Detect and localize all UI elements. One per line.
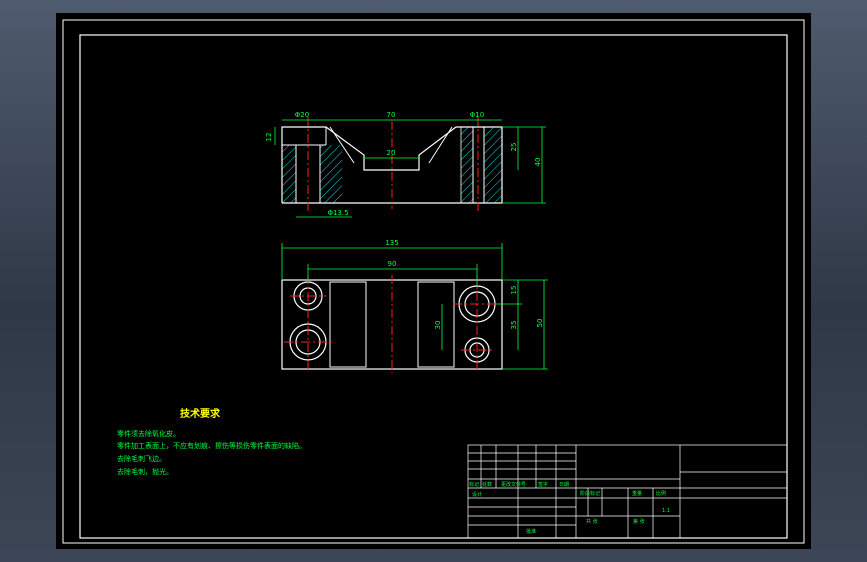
dim-phi13-5: Φ13.5 xyxy=(327,209,348,217)
section-hatch-left-outer xyxy=(282,145,296,203)
section-hatch-right-outer xyxy=(484,127,502,203)
tb-label-mark: 标记 xyxy=(469,481,479,488)
front-section-view xyxy=(281,117,503,211)
note-line-3: 去除毛刺飞边。 xyxy=(117,454,166,463)
plan-view-dimensions xyxy=(281,243,548,370)
dim-90: 90 xyxy=(388,260,397,268)
slot-left xyxy=(329,281,367,368)
tb-label-scale: 比例 xyxy=(656,490,666,497)
dim-35: 35 xyxy=(510,321,518,330)
note-line-2: 零件加工表面上，不应有划痕、擦伤等损伤零件表面的缺陷。 xyxy=(117,441,306,450)
tb-label-weight: 重量 xyxy=(632,490,642,497)
dim-phi10: Φ10 xyxy=(470,111,484,119)
dim-70: 70 xyxy=(387,111,396,119)
dim-50: 50 xyxy=(536,319,544,328)
tb-label-sheets-total: 共 张 xyxy=(586,518,598,525)
plan-view-dimension-text: 135 90 15 35 30 50 xyxy=(385,239,544,329)
dim-25: 25 xyxy=(510,143,518,152)
sheet-inner-border xyxy=(79,34,788,539)
tb-label-stage: 阶段标记 xyxy=(580,490,600,497)
section-hatch-left-inner xyxy=(320,145,342,203)
title-block-frame xyxy=(467,444,788,539)
technical-notes: 技术要求 零件须去除氧化皮。 零件加工表面上，不应有划痕、擦伤等损伤零件表面的缺… xyxy=(117,407,306,476)
tb-label-change-doc: 更改文件号 xyxy=(501,481,526,488)
section-hatch-right-inner xyxy=(461,127,473,203)
dim-30: 30 xyxy=(434,321,442,330)
dim-20: 20 xyxy=(387,149,396,157)
tb-label-design: 设计 xyxy=(472,491,482,498)
dim-40: 40 xyxy=(534,158,542,167)
engineering-drawing: Φ20 70 Φ10 12 20 25 40 Φ13.5 135 90 15 3… xyxy=(62,19,805,544)
tb-scale-value: 1:1 xyxy=(662,508,670,514)
note-line-1: 零件须去除氧化皮。 xyxy=(117,429,180,438)
dim-135: 135 xyxy=(385,239,398,247)
tb-label-approve: 批准 xyxy=(526,528,536,535)
dim-12: 12 xyxy=(265,133,273,142)
note-line-4: 去除毛刺，抛光。 xyxy=(117,467,173,476)
tb-label-sheet: 第 张 xyxy=(633,518,645,525)
dim-phi20: Φ20 xyxy=(295,111,309,119)
title-block xyxy=(467,444,788,539)
tb-label-date: 日期 xyxy=(559,482,569,488)
notes-title: 技术要求 xyxy=(180,407,221,420)
tb-label-count: 处数 xyxy=(482,481,492,488)
tb-label-sign: 签字 xyxy=(538,481,548,488)
dim-15: 15 xyxy=(510,286,518,295)
cad-model-viewport[interactable]: Φ20 70 Φ10 12 20 25 40 Φ13.5 135 90 15 3… xyxy=(56,13,811,549)
title-block-text: 标记 处数 更改文件号 签字 日期 设计 阶段标记 重量 比例 1:1 批准 共… xyxy=(469,481,670,535)
